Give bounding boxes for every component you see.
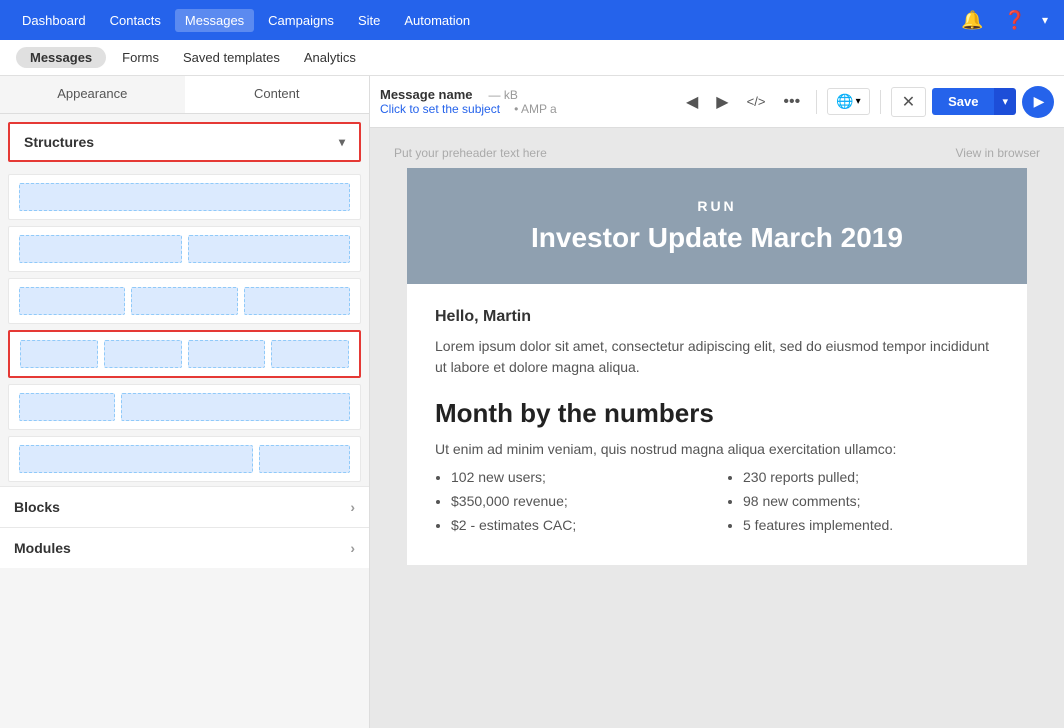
view-in-browser-link[interactable]: View in browser	[956, 146, 1040, 160]
more-button[interactable]: •••	[777, 89, 806, 115]
modules-label: Modules	[14, 540, 71, 556]
preheader-bar: Put your preheader text here View in bro…	[390, 138, 1044, 168]
play-icon: ▶	[1034, 93, 1045, 110]
struct-block	[121, 393, 350, 421]
structures-list	[0, 170, 369, 486]
struct-two-col[interactable]	[8, 226, 361, 272]
preheader-text[interactable]: Put your preheader text here	[394, 146, 547, 160]
save-button[interactable]: Save	[932, 88, 994, 115]
structures-label: Structures	[24, 134, 94, 150]
subnav-analytics[interactable]: Analytics	[296, 46, 364, 69]
nav-site[interactable]: Site	[348, 9, 390, 32]
toolbar: Message name — kB Click to set the subje…	[370, 76, 1064, 128]
list-item: 102 new users;	[451, 469, 707, 485]
toolbar-separator	[816, 90, 817, 114]
email-section-title: Month by the numbers	[435, 398, 999, 429]
help-icon[interactable]: ❓	[996, 6, 1034, 35]
email-col-2: 230 reports pulled; 98 new comments; 5 f…	[727, 469, 999, 541]
account-dropdown[interactable]: ▾	[1038, 9, 1052, 31]
tab-appearance[interactable]: Appearance	[0, 76, 185, 113]
email-title: Investor Update March 2019	[427, 222, 1007, 254]
globe-icon: 🌐	[836, 93, 853, 110]
structures-chevron: ▾	[339, 135, 345, 149]
top-nav: Dashboard Contacts Messages Campaigns Si…	[0, 0, 1064, 40]
blocks-section[interactable]: Blocks ›	[0, 486, 369, 527]
struct-single[interactable]	[8, 174, 361, 220]
struct-block	[131, 287, 237, 315]
save-button-group: Save ▾	[932, 88, 1016, 115]
modules-chevron: ›	[350, 540, 355, 556]
list-item: $350,000 revenue;	[451, 493, 707, 509]
struct-sidebar-right[interactable]	[8, 436, 361, 482]
struct-block	[20, 340, 98, 368]
blocks-chevron: ›	[350, 499, 355, 515]
structures-header[interactable]: Structures ▾	[8, 122, 361, 162]
preview-area[interactable]: Put your preheader text here View in bro…	[370, 128, 1064, 728]
message-info: Message name — kB Click to set the subje…	[380, 87, 674, 116]
nav-messages[interactable]: Messages	[175, 9, 254, 32]
struct-four-col[interactable]	[8, 330, 361, 378]
email-section-intro: Ut enim ad minim veniam, quis nostrud ma…	[435, 441, 999, 457]
struct-block	[271, 340, 349, 368]
struct-block	[104, 340, 182, 368]
nav-campaigns[interactable]: Campaigns	[258, 9, 344, 32]
email-header-banner: RUN Investor Update March 2019	[407, 168, 1027, 284]
nav-dashboard[interactable]: Dashboard	[12, 9, 96, 32]
tab-content[interactable]: Content	[185, 76, 370, 113]
list-item: 5 features implemented.	[743, 517, 999, 533]
undo-button[interactable]: ◀	[680, 88, 704, 116]
email-intro: Lorem ipsum dolor sit amet, consectetur …	[435, 336, 999, 378]
email-col-2-list: 230 reports pulled; 98 new comments; 5 f…	[727, 469, 999, 533]
email-body: Hello, Martin Lorem ipsum dolor sit amet…	[407, 284, 1027, 565]
toolbar-separator-2	[880, 90, 881, 114]
right-panel: Message name — kB Click to set the subje…	[370, 76, 1064, 728]
struct-sidebar-left[interactable]	[8, 384, 361, 430]
list-item: 230 reports pulled;	[743, 469, 999, 485]
struct-block	[259, 445, 350, 473]
blocks-label: Blocks	[14, 499, 60, 515]
email-col-1-list: 102 new users; $350,000 revenue; $2 - es…	[435, 469, 707, 533]
struct-block	[19, 393, 115, 421]
struct-block	[19, 183, 350, 211]
left-panel: Appearance Content Structures ▾	[0, 76, 370, 728]
modules-section[interactable]: Modules ›	[0, 527, 369, 568]
play-button[interactable]: ▶	[1022, 86, 1054, 118]
globe-chevron: ▾	[856, 96, 861, 107]
email-container: RUN Investor Update March 2019 Hello, Ma…	[407, 168, 1027, 565]
bell-icon[interactable]: 🔔	[953, 6, 991, 35]
subnav-messages[interactable]: Messages	[16, 47, 106, 68]
struct-three-col[interactable]	[8, 278, 361, 324]
struct-block	[188, 340, 266, 368]
subnav-saved-templates[interactable]: Saved templates	[175, 46, 288, 69]
code-button[interactable]: </>	[741, 90, 772, 113]
struct-block	[19, 287, 125, 315]
email-run-label: RUN	[427, 198, 1007, 214]
struct-block	[19, 235, 182, 263]
redo-button[interactable]: ▶	[710, 88, 734, 116]
struct-block	[188, 235, 351, 263]
list-item: $2 - estimates CAC;	[451, 517, 707, 533]
struct-block	[19, 445, 253, 473]
message-name: Message name	[380, 87, 473, 102]
close-button[interactable]: ✕	[891, 87, 926, 117]
globe-button[interactable]: 🌐 ▾	[827, 88, 869, 115]
main-layout: Appearance Content Structures ▾	[0, 76, 1064, 728]
message-subject[interactable]: Click to set the subject	[380, 102, 500, 116]
message-size: — kB	[489, 88, 518, 102]
email-greeting: Hello, Martin	[435, 308, 999, 326]
struct-block	[244, 287, 350, 315]
email-columns: 102 new users; $350,000 revenue; $2 - es…	[435, 469, 999, 541]
nav-contacts[interactable]: Contacts	[100, 9, 171, 32]
list-item: 98 new comments;	[743, 493, 999, 509]
subnav-forms[interactable]: Forms	[114, 46, 167, 69]
nav-automation[interactable]: Automation	[394, 9, 480, 32]
message-amp: • AMP a	[514, 102, 557, 116]
save-dropdown-button[interactable]: ▾	[994, 88, 1016, 115]
sub-nav: Messages Forms Saved templates Analytics	[0, 40, 1064, 76]
panel-tabs: Appearance Content	[0, 76, 369, 114]
email-col-1: 102 new users; $350,000 revenue; $2 - es…	[435, 469, 707, 541]
